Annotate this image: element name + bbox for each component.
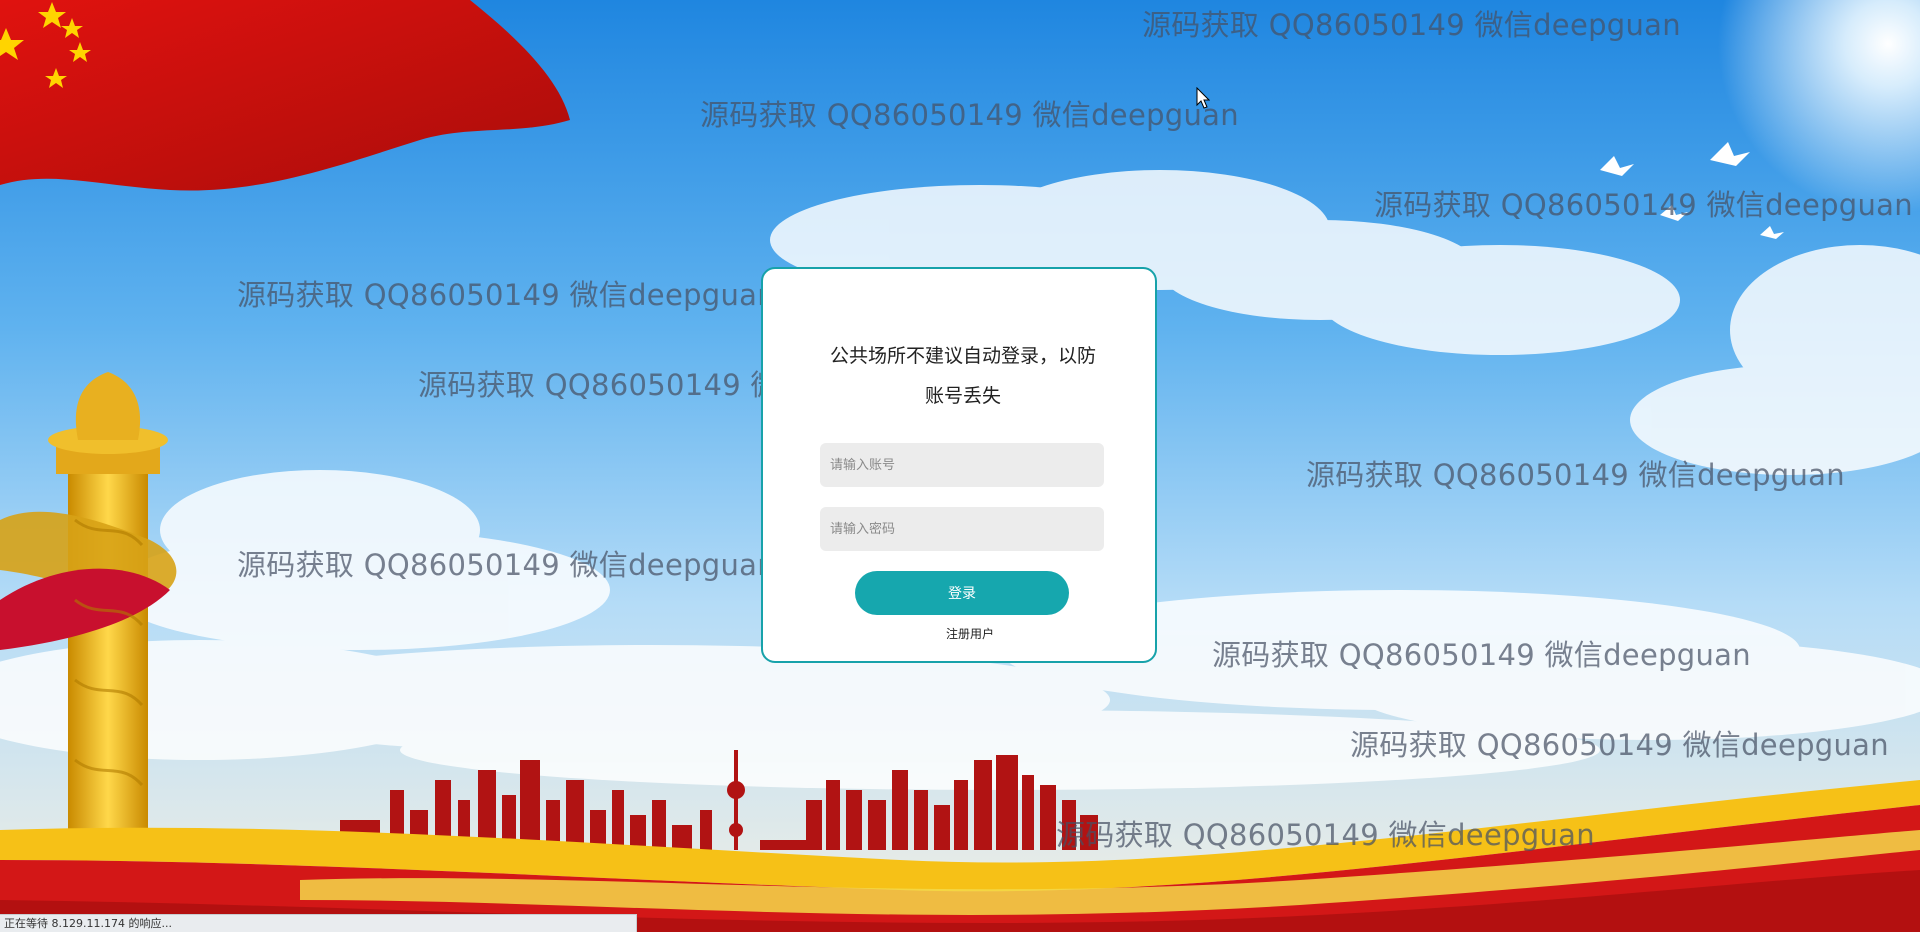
- browser-status-bar: 正在等待 8.129.11.174 的响应...: [0, 914, 637, 932]
- register-link[interactable]: 注册用户: [763, 625, 1177, 642]
- mouse-cursor-icon: [1196, 87, 1210, 109]
- login-button[interactable]: 登录: [855, 571, 1069, 615]
- username-input[interactable]: [820, 443, 1104, 487]
- login-notice: 公共场所不建议自动登录，以防账号丢失: [829, 345, 1096, 407]
- password-input[interactable]: [820, 507, 1104, 551]
- login-card: 公共场所不建议自动登录，以防账号丢失 登录 注册用户: [761, 267, 1157, 663]
